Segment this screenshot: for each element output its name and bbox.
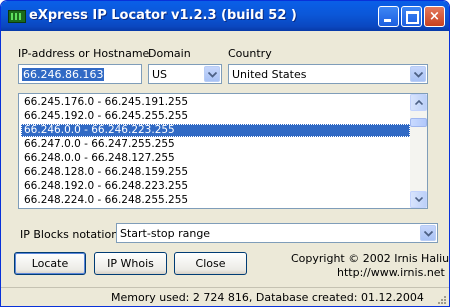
minimize-icon [384, 19, 391, 22]
maximize-icon [406, 11, 419, 24]
list-item[interactable]: 66.248.224.0 - 66.248.255.255 [21, 194, 410, 207]
maximize-button[interactable] [401, 6, 422, 27]
domain-value: US [152, 68, 168, 81]
ip-blocks-list[interactable]: 66.245.176.0 - 66.245.191.255 66.245.192.… [18, 93, 428, 209]
list-item[interactable]: 66.248.192.0 - 66.248.223.255 [21, 180, 410, 193]
title-bar[interactable]: eXpress IP Locator v1.2.3 (build 52 ) × [1, 1, 449, 31]
notation-value: Start-stop range [120, 227, 211, 240]
notation-label: IP Blocks notation: [20, 228, 122, 241]
scroll-up-button[interactable] [410, 94, 427, 111]
ip-whois-button[interactable]: IP Whois [94, 252, 167, 275]
close-button[interactable]: Close [174, 252, 247, 275]
list-item[interactable]: 66.248.128.0 - 66.248.159.255 [21, 166, 410, 179]
country-value: United States [232, 68, 307, 81]
ip-address-input[interactable]: 66.246.86.163 [18, 64, 142, 84]
list-item[interactable]: 66.247.0.0 - 66.247.255.255 [21, 138, 410, 151]
copyright-text: Copyright © 2002 Irnis Haliullin [291, 252, 450, 265]
resize-grip-icon[interactable] [437, 295, 447, 305]
arrow-up-icon [415, 100, 423, 105]
close-icon: × [429, 9, 440, 24]
domain-label: Domain [148, 47, 191, 60]
minimize-button[interactable] [378, 6, 399, 27]
list-item[interactable]: 66.245.176.0 - 66.245.191.255 [21, 96, 410, 109]
arrow-down-icon [415, 197, 423, 202]
main-window: eXpress IP Locator v1.2.3 (build 52 ) × … [0, 0, 450, 307]
scroll-thumb[interactable] [410, 118, 427, 127]
ip-address-value: 66.246.86.163 [22, 68, 105, 81]
list-item[interactable]: 66.248.0.0 - 66.248.127.255 [21, 152, 410, 165]
close-window-button[interactable]: × [424, 6, 445, 27]
ip-address-label: IP-address or Hostname [18, 47, 150, 60]
chevron-down-icon [208, 72, 217, 78]
notation-select[interactable]: Start-stop range [116, 223, 438, 243]
domain-dropdown-button[interactable] [204, 66, 220, 82]
chevron-down-icon [414, 72, 423, 78]
country-dropdown-button[interactable] [410, 66, 426, 82]
window-title: eXpress IP Locator v1.2.3 (build 52 ) [29, 8, 297, 23]
website-link[interactable]: http://www.irnis.net [337, 266, 445, 279]
list-scrollbar[interactable] [410, 94, 427, 208]
status-text: Memory used: 2 724 816, Database created… [111, 291, 424, 304]
list-item[interactable]: 66.245.192.0 - 66.245.255.255 [21, 110, 410, 123]
chevron-down-icon [424, 231, 433, 237]
country-label: Country [228, 47, 272, 60]
app-icon[interactable] [8, 10, 26, 23]
notation-dropdown-button[interactable] [420, 225, 436, 241]
list-item[interactable]: 66.246.0.0 - 66.246.223.255 [21, 124, 410, 137]
status-bar: Memory used: 2 724 816, Database created… [1, 287, 449, 306]
domain-select[interactable]: US [148, 64, 222, 84]
locate-button[interactable]: Locate [14, 252, 86, 275]
country-select[interactable]: United States [228, 64, 428, 84]
scroll-down-button[interactable] [410, 191, 427, 208]
